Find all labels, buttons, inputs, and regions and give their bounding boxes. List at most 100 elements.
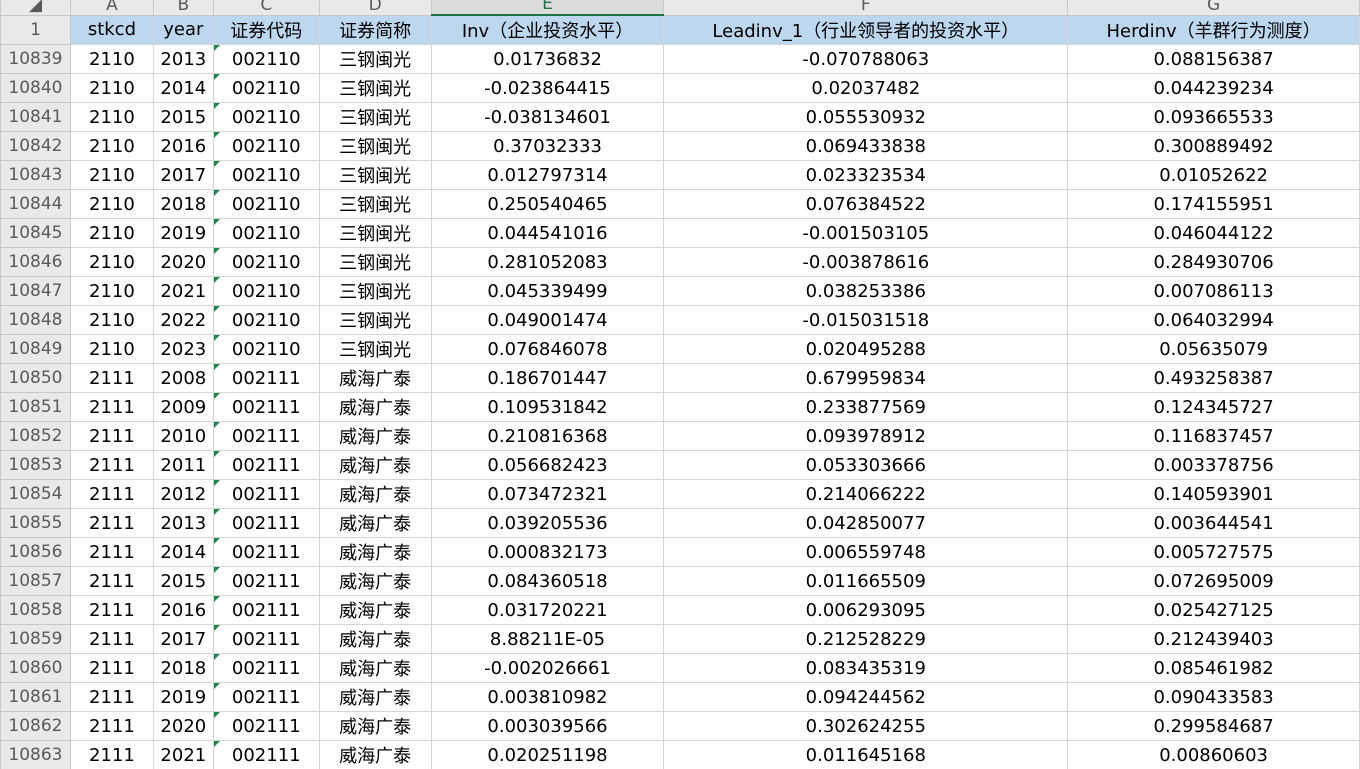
cell-security-code[interactable]: 002110 bbox=[212, 189, 320, 219]
cell-leadinv[interactable]: 0.093978912 bbox=[663, 421, 1069, 451]
row-number[interactable]: 10851 bbox=[0, 392, 71, 422]
cell-security-name[interactable]: 威海广泰 bbox=[318, 566, 432, 596]
row-number[interactable]: 10843 bbox=[0, 160, 71, 190]
cell-security-name[interactable]: 威海广泰 bbox=[318, 740, 432, 769]
cell-herdinv[interactable]: 0.046044122 bbox=[1067, 218, 1360, 248]
cell-security-code[interactable]: 002111 bbox=[212, 740, 320, 769]
cell-herdinv[interactable]: 0.493258387 bbox=[1067, 363, 1360, 393]
cell-leadinv[interactable]: -0.003878616 bbox=[663, 247, 1069, 277]
cell-inv[interactable]: 0.073472321 bbox=[430, 479, 665, 509]
cell-herdinv[interactable]: 0.005727575 bbox=[1067, 537, 1360, 567]
cell-stkcd[interactable]: 2111 bbox=[69, 508, 154, 538]
header-cell-leadinv[interactable]: Leadinv_1（行业领导者的投资水平） bbox=[663, 14, 1069, 45]
row-number[interactable]: 10863 bbox=[0, 740, 71, 769]
row-number[interactable]: 10855 bbox=[0, 508, 71, 538]
cell-stkcd[interactable]: 2110 bbox=[69, 131, 154, 161]
cell-herdinv[interactable]: 0.300889492 bbox=[1067, 131, 1360, 161]
cell-inv[interactable]: 0.012797314 bbox=[430, 160, 665, 190]
row-number[interactable]: 10852 bbox=[0, 421, 71, 451]
row-number[interactable]: 10849 bbox=[0, 334, 71, 364]
cell-inv[interactable]: 0.01736832 bbox=[430, 44, 665, 74]
cell-stkcd[interactable]: 2110 bbox=[69, 276, 154, 306]
cell-security-name[interactable]: 三钢闽光 bbox=[318, 102, 432, 132]
cell-security-code[interactable]: 002111 bbox=[212, 363, 320, 393]
cell-herdinv[interactable]: 0.003644541 bbox=[1067, 508, 1360, 538]
header-cell-stkcd[interactable]: stkcd bbox=[69, 14, 154, 45]
header-cell-herdinv[interactable]: Herdinv（羊群行为测度） bbox=[1067, 14, 1360, 45]
cell-security-code[interactable]: 002111 bbox=[212, 421, 320, 451]
cell-security-name[interactable]: 威海广泰 bbox=[318, 363, 432, 393]
cell-herdinv[interactable]: 0.044239234 bbox=[1067, 73, 1360, 103]
cell-leadinv[interactable]: 0.006559748 bbox=[663, 537, 1069, 567]
cell-inv[interactable]: 0.076846078 bbox=[430, 334, 665, 364]
row-number[interactable]: 10845 bbox=[0, 218, 71, 248]
cell-security-name[interactable]: 三钢闽光 bbox=[318, 218, 432, 248]
cell-stkcd[interactable]: 2110 bbox=[69, 189, 154, 219]
cell-inv[interactable]: -0.038134601 bbox=[430, 102, 665, 132]
cell-security-name[interactable]: 威海广泰 bbox=[318, 711, 432, 741]
cell-stkcd[interactable]: 2111 bbox=[69, 479, 154, 509]
cell-year[interactable]: 2017 bbox=[152, 160, 214, 190]
row-number[interactable]: 10858 bbox=[0, 595, 71, 625]
cell-security-code[interactable]: 002111 bbox=[212, 624, 320, 654]
cell-year[interactable]: 2021 bbox=[152, 740, 214, 769]
select-all-corner[interactable]: ◢ bbox=[0, 0, 71, 16]
cell-security-name[interactable]: 威海广泰 bbox=[318, 624, 432, 654]
cell-security-name[interactable]: 威海广泰 bbox=[318, 392, 432, 422]
row-number[interactable]: 10853 bbox=[0, 450, 71, 480]
cell-security-code[interactable]: 002111 bbox=[212, 653, 320, 683]
cell-stkcd[interactable]: 2110 bbox=[69, 334, 154, 364]
cell-security-code[interactable]: 002111 bbox=[212, 595, 320, 625]
row-number[interactable]: 10846 bbox=[0, 247, 71, 277]
cell-stkcd[interactable]: 2111 bbox=[69, 740, 154, 769]
column-header-g[interactable]: G bbox=[1067, 0, 1360, 16]
header-cell-security-code[interactable]: 证券代码 bbox=[212, 14, 320, 45]
cell-herdinv[interactable]: 0.116837457 bbox=[1067, 421, 1360, 451]
cell-year[interactable]: 2008 bbox=[152, 363, 214, 393]
cell-inv[interactable]: 0.003810982 bbox=[430, 682, 665, 712]
cell-stkcd[interactable]: 2110 bbox=[69, 102, 154, 132]
cell-security-name[interactable]: 三钢闽光 bbox=[318, 276, 432, 306]
cell-inv[interactable]: 0.000832173 bbox=[430, 537, 665, 567]
cell-security-code[interactable]: 002110 bbox=[212, 102, 320, 132]
cell-security-code[interactable]: 002110 bbox=[212, 247, 320, 277]
row-number[interactable]: 10860 bbox=[0, 653, 71, 683]
cell-leadinv[interactable]: 0.023323534 bbox=[663, 160, 1069, 190]
column-header-c[interactable]: C bbox=[212, 0, 320, 16]
cell-inv[interactable]: 0.039205536 bbox=[430, 508, 665, 538]
cell-security-name[interactable]: 三钢闽光 bbox=[318, 189, 432, 219]
cell-stkcd[interactable]: 2110 bbox=[69, 305, 154, 335]
row-number[interactable]: 10847 bbox=[0, 276, 71, 306]
cell-stkcd[interactable]: 2110 bbox=[69, 218, 154, 248]
cell-security-code[interactable]: 002111 bbox=[212, 508, 320, 538]
cell-leadinv[interactable]: 0.055530932 bbox=[663, 102, 1069, 132]
cell-year[interactable]: 2019 bbox=[152, 682, 214, 712]
cell-year[interactable]: 2021 bbox=[152, 276, 214, 306]
cell-leadinv[interactable]: 0.212528229 bbox=[663, 624, 1069, 654]
cell-leadinv[interactable]: -0.015031518 bbox=[663, 305, 1069, 335]
header-cell-year[interactable]: year bbox=[152, 14, 214, 45]
cell-security-code[interactable]: 002110 bbox=[212, 131, 320, 161]
cell-leadinv[interactable]: 0.069433838 bbox=[663, 131, 1069, 161]
row-number[interactable]: 10862 bbox=[0, 711, 71, 741]
cell-inv[interactable]: 0.031720221 bbox=[430, 595, 665, 625]
cell-stkcd[interactable]: 2111 bbox=[69, 392, 154, 422]
header-cell-security-name[interactable]: 证券简称 bbox=[318, 14, 432, 45]
cell-security-code[interactable]: 002111 bbox=[212, 682, 320, 712]
cell-year[interactable]: 2022 bbox=[152, 305, 214, 335]
cell-herdinv[interactable]: 0.05635079 bbox=[1067, 334, 1360, 364]
cell-inv[interactable]: 0.056682423 bbox=[430, 450, 665, 480]
cell-leadinv[interactable]: 0.011645168 bbox=[663, 740, 1069, 769]
cell-leadinv[interactable]: -0.070788063 bbox=[663, 44, 1069, 74]
row-number[interactable]: 10854 bbox=[0, 479, 71, 509]
cell-year[interactable]: 2023 bbox=[152, 334, 214, 364]
cell-herdinv[interactable]: 0.090433583 bbox=[1067, 682, 1360, 712]
cell-year[interactable]: 2009 bbox=[152, 392, 214, 422]
cell-year[interactable]: 2020 bbox=[152, 711, 214, 741]
row-number[interactable]: 10859 bbox=[0, 624, 71, 654]
header-cell-inv[interactable]: Inv（企业投资水平） bbox=[430, 14, 665, 45]
cell-leadinv[interactable]: 0.053303666 bbox=[663, 450, 1069, 480]
cell-herdinv[interactable]: 0.124345727 bbox=[1067, 392, 1360, 422]
cell-stkcd[interactable]: 2111 bbox=[69, 537, 154, 567]
cell-year[interactable]: 2015 bbox=[152, 102, 214, 132]
